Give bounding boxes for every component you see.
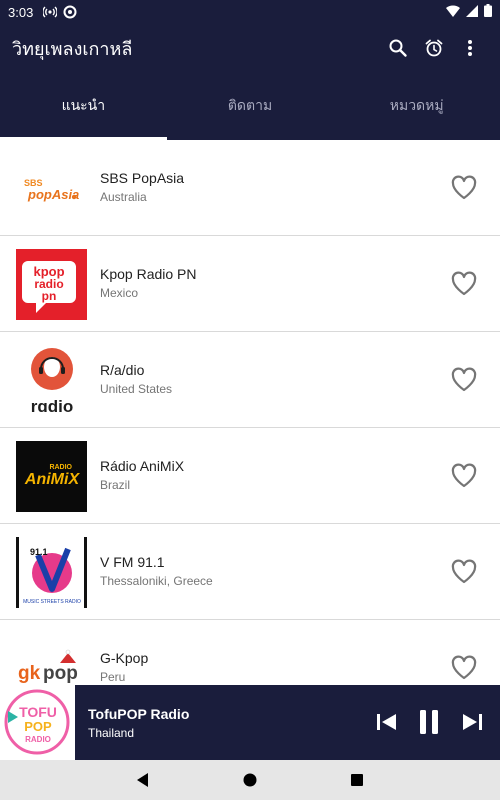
- home-icon[interactable]: [240, 770, 260, 790]
- station-logo: 91.1 MUSIC STREETS RADIO: [16, 537, 87, 608]
- more-vert-icon[interactable]: [452, 30, 488, 66]
- heart-icon[interactable]: [450, 558, 478, 586]
- skip-previous-icon[interactable]: [372, 707, 402, 737]
- heart-icon[interactable]: [450, 462, 478, 490]
- svg-text:RADIO: RADIO: [49, 464, 72, 471]
- app-title: วิทยุเพลงเกาหลี: [12, 38, 133, 59]
- svg-text:pn: pn: [42, 289, 57, 303]
- svg-text:91.1: 91.1: [30, 547, 48, 557]
- svg-text:TOFU: TOFU: [19, 704, 57, 720]
- tab-categories[interactable]: หมวดหมู่: [333, 72, 500, 140]
- station-logo: rɑdio: [16, 345, 87, 416]
- station-meta: Rádio AniMiX Brazil: [100, 458, 184, 492]
- station-country: Brazil: [100, 478, 131, 492]
- station-country: Mexico: [100, 286, 139, 300]
- station-row[interactable]: gk pop G-Kpop Peru: [0, 620, 500, 685]
- now-playing-logo: TOFU POP RADIO: [0, 685, 75, 760]
- skip-next-icon[interactable]: [457, 707, 487, 737]
- station-country: United States: [100, 382, 173, 396]
- tab-following[interactable]: ติดตาม: [167, 72, 334, 140]
- station-row[interactable]: RADIO AniMiX Rádio AniMiX Brazil: [0, 428, 500, 524]
- heart-icon[interactable]: [450, 174, 478, 202]
- heart-icon[interactable]: [450, 366, 478, 394]
- station-logo: kpop radio pn: [16, 249, 87, 320]
- station-meta: V FM 91.1 Thessaloniki, Greece: [100, 554, 213, 588]
- station-meta: G-Kpop Peru: [100, 650, 148, 684]
- station-row[interactable]: kpop radio pn Kpop Radio PN Mexico: [0, 236, 500, 332]
- station-meta: SBS PopAsia Australia: [100, 170, 184, 204]
- svg-text:gk: gk: [18, 663, 41, 684]
- back-icon[interactable]: [133, 770, 153, 790]
- svg-text:AniMiX: AniMiX: [24, 471, 81, 488]
- station-name: G-Kpop: [100, 650, 149, 666]
- svg-text:POP: POP: [24, 719, 52, 734]
- station-name: Rádio AniMiX: [100, 458, 185, 474]
- station-logo: gk pop: [16, 633, 87, 685]
- station-meta: Kpop Radio PN Mexico: [100, 266, 197, 300]
- station-meta: R/a/dio United States: [100, 362, 172, 396]
- station-name: Kpop Radio PN: [100, 266, 197, 282]
- station-name: SBS PopAsia: [100, 170, 185, 186]
- hotspot-icon: [43, 5, 58, 19]
- svg-text:RADIO: RADIO: [25, 735, 51, 744]
- search-icon[interactable]: [380, 30, 416, 66]
- station-country: Peru: [100, 670, 126, 684]
- station-row[interactable]: rɑdio R/a/dio United States: [0, 332, 500, 428]
- system-nav-bar: [0, 760, 500, 800]
- now-playing-bar[interactable]: TOFU POP RADIO TofuPOP Radio Thailand: [0, 685, 500, 760]
- recents-icon[interactable]: [347, 770, 367, 790]
- sync-icon: [63, 5, 77, 19]
- station-logo: RADIO AniMiX: [16, 441, 87, 512]
- now-playing-country: Thailand: [88, 726, 135, 740]
- tab-bar: แนะนำ ติดตาม หมวดหมู่: [0, 72, 500, 140]
- app-screen: 3:03 วิทยุเพลงเกาหลี แนะนำ ติดตาม หมวดหม…: [0, 0, 500, 800]
- status-time: 3:03: [8, 4, 34, 20]
- svg-text:MUSIC STREETS RADIO: MUSIC STREETS RADIO: [23, 599, 81, 605]
- wifi-icon: [446, 4, 460, 20]
- pause-icon[interactable]: [414, 707, 444, 737]
- station-country: Australia: [100, 190, 147, 204]
- alarm-icon[interactable]: [416, 30, 452, 66]
- svg-text:pop: pop: [43, 663, 78, 684]
- station-name: V FM 91.1: [100, 554, 165, 570]
- app-bar: วิทยุเพลงเกาหลี: [0, 24, 500, 72]
- battery-icon: [484, 4, 492, 20]
- station-list: SBS popAsia SBS PopAsia Australia kpop r…: [0, 140, 500, 685]
- now-playing-name: TofuPOP Radio: [88, 706, 190, 722]
- station-logo: SBS popAsia: [16, 153, 87, 224]
- svg-text:rɑdio: rɑdio: [31, 397, 74, 416]
- signal-icon: [466, 4, 478, 20]
- station-row[interactable]: 91.1 MUSIC STREETS RADIO V FM 91.1 Thess…: [0, 524, 500, 620]
- station-country: Thessaloniki, Greece: [100, 574, 213, 588]
- status-bar: 3:03: [0, 0, 500, 24]
- heart-icon[interactable]: [450, 654, 478, 682]
- tab-recommended[interactable]: แนะนำ: [0, 72, 167, 140]
- svg-text:popAsia: popAsia: [27, 187, 79, 202]
- station-name: R/a/dio: [100, 362, 145, 378]
- heart-icon[interactable]: [450, 270, 478, 298]
- station-row[interactable]: SBS popAsia SBS PopAsia Australia: [0, 140, 500, 236]
